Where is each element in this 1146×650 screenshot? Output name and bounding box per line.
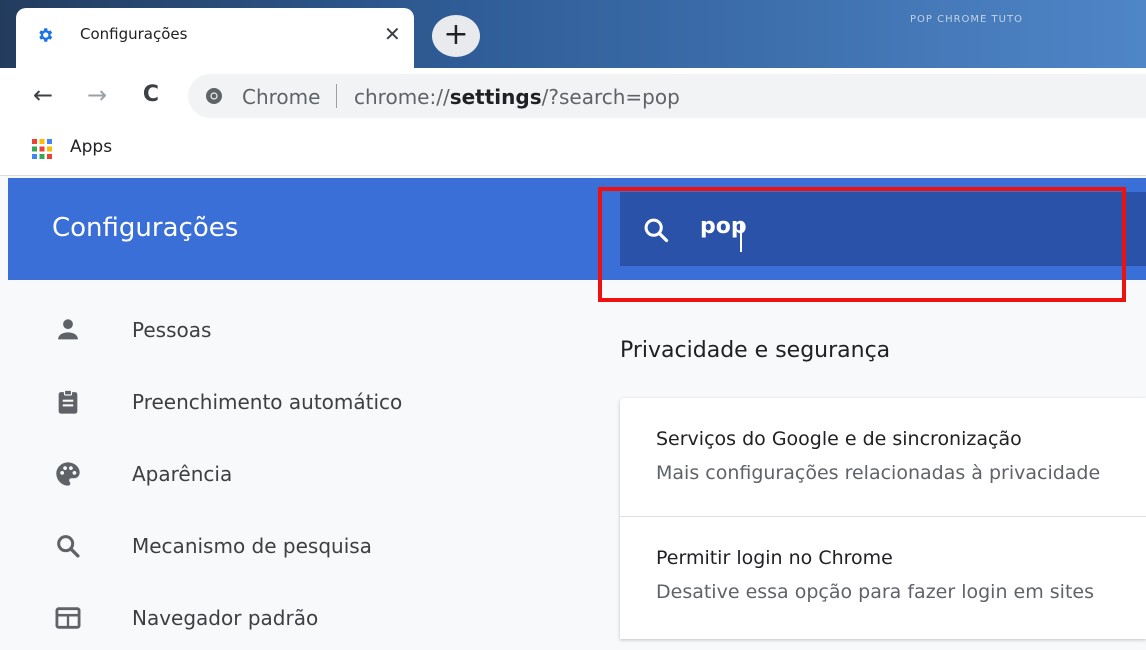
tab-strip: Configurações ✕ + POP CHROME TUTO [0,0,1146,68]
palette-icon [56,462,80,486]
sidebar-item-aparencia[interactable]: Aparência [0,446,560,506]
list-item[interactable]: Permitir login no Chrome Desative essa o… [620,516,1146,634]
tab-settings[interactable]: Configurações ✕ [16,8,414,68]
row-subtitle: Mais configurações relacionadas à privac… [656,462,1101,484]
sidebar-item-preenchimento[interactable]: Preenchimento automático [0,374,560,434]
chrome-icon [206,88,222,104]
sidebar-item-label: Mecanismo de pesquisa [132,534,372,558]
address-bar[interactable]: Chrome chrome://settings/?search=pop [188,74,1146,118]
omnibox-site-chip: Chrome [242,85,321,109]
close-icon[interactable]: ✕ [384,22,401,46]
bookmarks-bar: Apps [0,124,1146,176]
back-button[interactable]: ← [28,80,58,110]
tabstrip-background-text: POP CHROME TUTO [910,14,1023,25]
settings-sidebar: Pessoas Preenchimento automático Aparênc… [0,280,600,639]
page-title: Configurações [52,213,239,243]
sidebar-item-mecanismo[interactable]: Mecanismo de pesquisa [0,518,560,578]
row-title: Permitir login no Chrome [656,547,893,569]
sidebar-item-label: Aparência [132,462,233,486]
sidebar-item-label: Pessoas [132,318,212,342]
forward-button[interactable]: → [82,80,112,110]
omnibox-url[interactable]: chrome://settings/?search=pop [354,85,680,109]
apps-bookmark[interactable]: Apps [70,137,112,157]
list-item[interactable]: Serviços do Google e de sincronização Ma… [620,398,1146,516]
sidebar-item-label: Navegador padrão [132,606,319,630]
section-title: Privacidade e segurança [620,338,891,363]
row-title: Serviços do Google e de sincronização [656,428,1022,450]
browser-toolbar: ← → C Chrome chrome://settings/?search=p… [0,68,1146,124]
gear-icon [39,28,53,42]
row-subtitle: Desative essa opção para fazer login em … [656,581,1094,603]
apps-grid-icon[interactable] [30,137,54,161]
clipboard-icon [58,389,78,414]
browser-window-icon [55,607,81,629]
omnibox-separator [336,84,337,108]
tab-title: Configurações [80,25,188,43]
new-tab-button[interactable]: + [432,15,480,57]
privacy-card: Serviços do Google e de sincronização Ma… [620,398,1146,639]
reload-button[interactable]: C [136,80,166,110]
search-icon [57,535,80,558]
sidebar-item-navegador[interactable]: Navegador padrão [0,590,560,650]
sidebar-item-label: Preenchimento automático [132,390,403,414]
person-icon [58,319,78,340]
annotation-highlight-box [598,187,1126,302]
sidebar-item-pessoas[interactable]: Pessoas [0,302,560,362]
